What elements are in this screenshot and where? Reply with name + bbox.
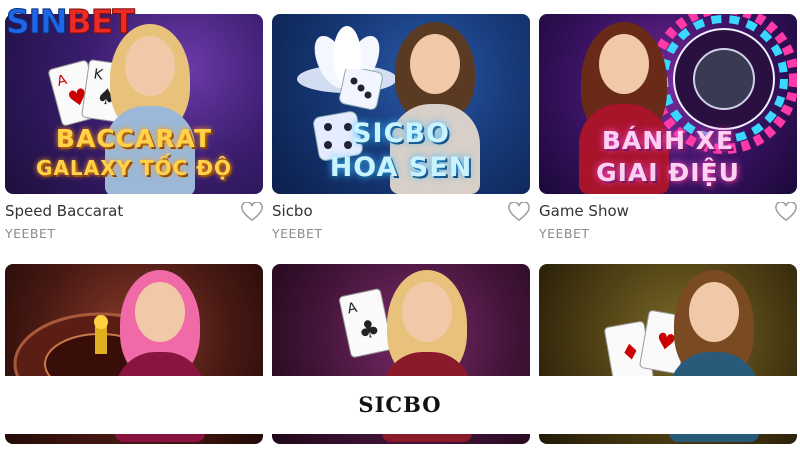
game-card-speed-baccarat[interactable]: A ♥ K ♠ BACCARAT GALAXY TỐC ĐỘ Speed Bacca… (5, 14, 263, 244)
heart-outline-icon[interactable] (241, 202, 263, 222)
game-thumbnail[interactable]: SICBO HOA SEN (272, 14, 530, 194)
game-art-title-line1: SICBO (352, 118, 450, 149)
game-art-title-line2: GIAI ĐIỆU (596, 158, 740, 187)
game-card-sicbo[interactable]: SICBO HOA SEN Sicbo YEEBET (272, 14, 530, 244)
caption-band: SICBO (0, 376, 800, 434)
game-provider: YEEBET (272, 226, 323, 241)
game-name[interactable]: Speed Baccarat (5, 202, 123, 220)
game-name[interactable]: Sicbo (272, 202, 313, 220)
game-provider: YEEBET (539, 226, 590, 241)
game-art-title-line1: BACCARAT (55, 124, 213, 153)
game-meta: Game Show YEEBET (539, 194, 797, 244)
image-caption: SICBO (358, 392, 442, 417)
sinbet-logo[interactable]: SINBET (6, 2, 136, 42)
game-meta: Sicbo YEEBET (272, 194, 530, 244)
game-art-title-line2: GALAXY TỐC ĐỘ (35, 156, 233, 180)
logo-text-part2: BET (66, 2, 135, 42)
heart-outline-icon[interactable] (508, 202, 530, 222)
game-provider: YEEBET (5, 226, 56, 241)
logo-text-part1: SIN (6, 2, 69, 42)
game-thumbnail[interactable]: BÁNH XE GIAI ĐIỆU (539, 14, 797, 194)
game-meta: Speed Baccarat YEEBET (5, 194, 263, 244)
game-card-game-show[interactable]: BÁNH XE GIAI ĐIỆU Game Show YEEBET (539, 14, 797, 244)
game-art-title-line1: BÁNH XE (601, 126, 735, 155)
game-name[interactable]: Game Show (539, 202, 629, 220)
game-art-title-line2: HOA SEN (329, 152, 473, 183)
heart-outline-icon[interactable] (775, 202, 797, 222)
